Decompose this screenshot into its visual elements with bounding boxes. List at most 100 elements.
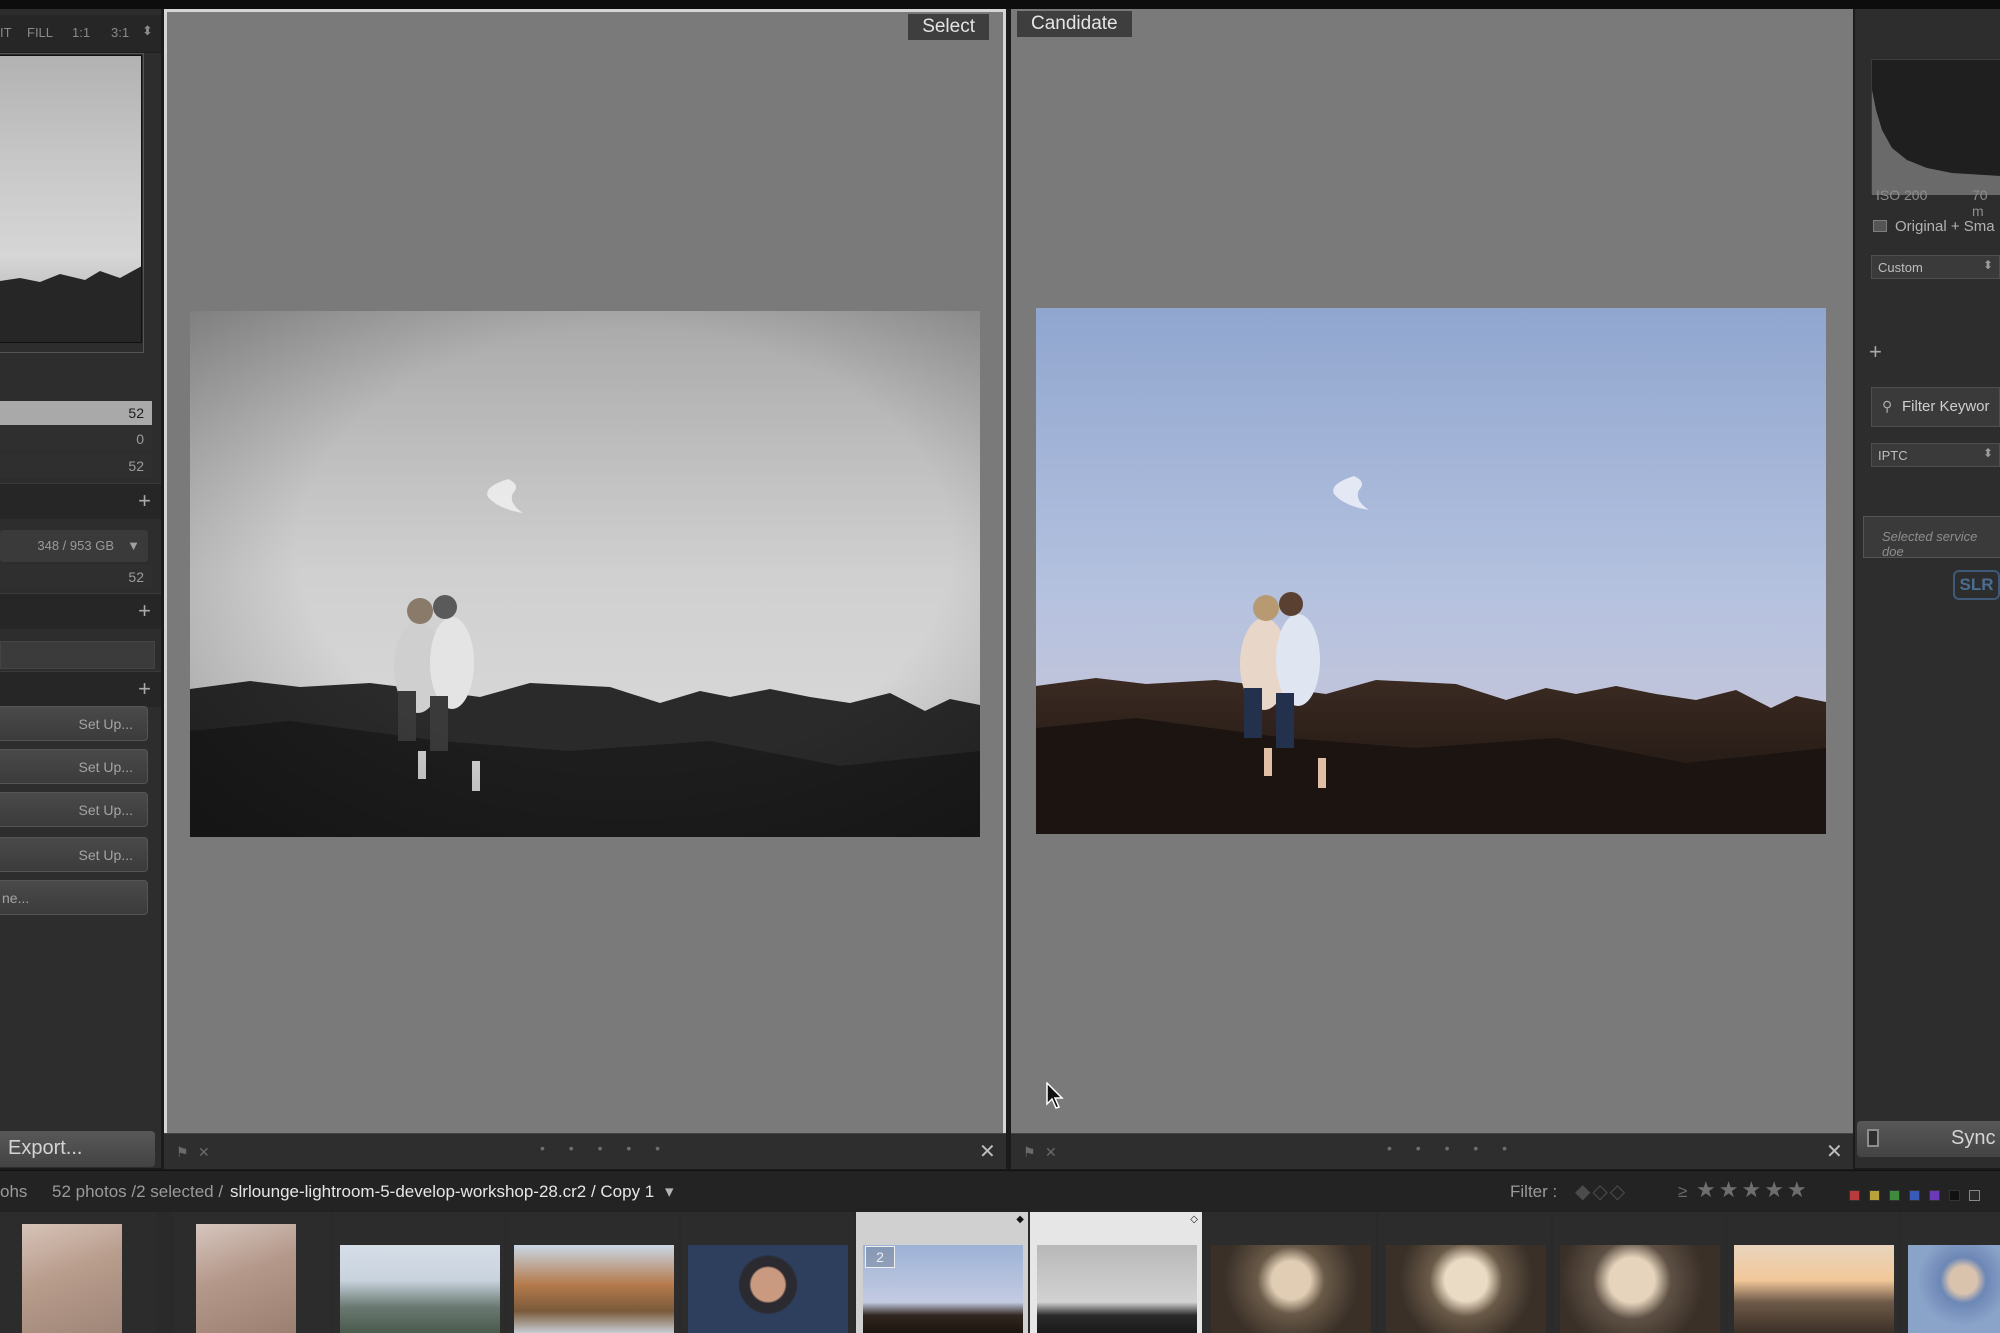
no-label-icon[interactable] <box>1949 1190 1960 1201</box>
filmstrip-thumb[interactable] <box>1908 1245 2000 1333</box>
navigator-preview[interactable] <box>0 55 142 343</box>
filmstrip-cell[interactable] <box>174 1212 330 1333</box>
collection-filter-input[interactable] <box>0 641 155 669</box>
folder-row[interactable]: 52 <box>0 565 152 589</box>
filmstrip-thumb[interactable] <box>340 1245 500 1333</box>
filmstrip-cell[interactable] <box>0 1212 156 1333</box>
select-photo[interactable] <box>190 311 980 837</box>
flag-filter-icons[interactable]: ◆◇◇ <box>1575 1179 1627 1204</box>
filmstrip-cell[interactable] <box>1553 1212 1725 1333</box>
flag-pick-icon[interactable]: ⚑ <box>176 1144 189 1161</box>
add-folder-icon[interactable]: + <box>138 488 151 514</box>
star-icon[interactable]: ★ <box>1741 1177 1761 1203</box>
filename-dropdown-icon[interactable]: ▾ <box>665 1182 674 1202</box>
filmstrip-thumb[interactable] <box>1037 1245 1197 1333</box>
zoom-3-1-button[interactable]: 3:1 <box>111 25 129 40</box>
add-publish-service-icon[interactable]: + <box>138 676 151 702</box>
filmstrip-cell-candidate[interactable]: ◇ <box>1030 1212 1202 1333</box>
publish-services-header[interactable]: + <box>0 671 161 707</box>
zoom-dropdown-icon[interactable]: ⬍ <box>142 23 153 39</box>
candidate-close-icon[interactable]: ✕ <box>1826 1139 1843 1164</box>
purple-label-icon[interactable] <box>1929 1190 1940 1201</box>
catalog-previous-import-row[interactable]: 52 <box>0 454 152 478</box>
collections-header[interactable]: + <box>0 593 161 629</box>
red-label-icon[interactable] <box>1849 1190 1860 1201</box>
filter-keywords-placeholder: Filter Keywor <box>1902 398 1990 415</box>
disk-collapse-icon[interactable]: ▼ <box>127 538 140 553</box>
disk-volume-row[interactable]: 348 / 953 GB ▼ <box>0 530 148 562</box>
metadata-preset-dropdown[interactable]: IPTC ⬍ <box>1871 443 2000 467</box>
filmstrip-cell[interactable] <box>333 1212 505 1333</box>
navigator-header: IT FILL 1:1 3:1 ⬍ <box>0 15 161 53</box>
filmstrip-cell[interactable] <box>1727 1212 1899 1333</box>
yellow-label-icon[interactable] <box>1869 1190 1880 1201</box>
zoom-fill-button[interactable]: FILL <box>27 25 53 40</box>
folders-header[interactable]: + <box>0 483 161 519</box>
color-label-filters[interactable] <box>1849 1186 1989 1206</box>
custom-label-icon[interactable] <box>1969 1190 1980 1201</box>
add-keyword-icon[interactable]: + <box>1869 339 1882 365</box>
select-rating-dots[interactable]: • • • • • <box>540 1140 670 1156</box>
original-checkbox[interactable] <box>1873 220 1887 232</box>
filmstrip-cell[interactable] <box>1901 1212 2000 1333</box>
service-message: Selected service doe <box>1882 529 1978 559</box>
setup-button-2[interactable]: Set Up... <box>0 749 148 784</box>
setup-button-3[interactable]: Set Up... <box>0 792 148 827</box>
filmstrip-cell[interactable] <box>681 1212 853 1333</box>
candidate-pane[interactable]: Candidate <box>1011 9 1853 1133</box>
left-panel: IT FILL 1:1 3:1 ⬍ 52 0 52 + 348 / 953 GB… <box>0 9 161 1168</box>
find-more-label: ne... <box>2 890 30 906</box>
flag-reject-icon[interactable]: ✕ <box>1045 1144 1057 1161</box>
star-icon[interactable]: ★ <box>1764 1177 1784 1203</box>
select-close-icon[interactable]: ✕ <box>979 1139 996 1164</box>
preset-dropdown[interactable]: Custom ⬍ <box>1871 255 2000 279</box>
filmstrip-thumb[interactable] <box>1386 1245 1546 1333</box>
flag-reject-icon[interactable]: ✕ <box>198 1144 210 1161</box>
filmstrip-thumb[interactable] <box>22 1224 122 1333</box>
flag-pick-icon[interactable]: ⚑ <box>1023 1144 1036 1161</box>
export-button[interactable]: Export... <box>0 1131 155 1167</box>
histogram-graph <box>1872 90 2000 195</box>
add-collection-icon[interactable]: + <box>138 598 151 624</box>
rating-operator[interactable]: ≥ <box>1678 1182 1687 1202</box>
find-more-services-button[interactable]: ne... <box>0 880 148 915</box>
green-label-icon[interactable] <box>1889 1190 1900 1201</box>
setup-label: Set Up... <box>78 759 133 775</box>
zoom-1-1-button[interactable]: 1:1 <box>72 25 90 40</box>
filmstrip-cell[interactable] <box>1379 1212 1551 1333</box>
filmstrip-thumb[interactable] <box>514 1245 674 1333</box>
catalog-quick-collection-row[interactable]: 0 <box>0 427 152 451</box>
star-icon[interactable]: ★ <box>1719 1177 1739 1203</box>
star-icon[interactable]: ★ <box>1787 1177 1807 1203</box>
filmstrip-thumb[interactable] <box>196 1224 296 1333</box>
setup-button-1[interactable]: Set Up... <box>0 706 148 741</box>
sync-toggle-icon[interactable] <box>1867 1129 1879 1147</box>
candidate-photo[interactable] <box>1036 308 1826 834</box>
zoom-fit-button[interactable]: IT <box>0 25 12 40</box>
select-pane[interactable]: Select <box>164 9 1006 1133</box>
star-icon[interactable]: ★ <box>1696 1177 1716 1203</box>
histogram[interactable] <box>1871 59 2000 195</box>
filmstrip-thumb[interactable] <box>1211 1245 1371 1333</box>
current-filename[interactable]: slrlounge-lightroom-5-develop-workshop-2… <box>230 1182 654 1202</box>
blue-label-icon[interactable] <box>1909 1190 1920 1201</box>
filmstrip-thumb[interactable] <box>1734 1245 1894 1333</box>
sync-label: Sync <box>1951 1127 1996 1149</box>
original-smart-preview-row[interactable]: Original + Sma <box>1873 218 1995 235</box>
filmstrip-thumb[interactable] <box>1560 1245 1720 1333</box>
filmstrip-cell[interactable] <box>1204 1212 1376 1333</box>
export-label: Export... <box>8 1137 83 1159</box>
candidate-rating-dots[interactable]: • • • • • <box>1387 1140 1517 1156</box>
star-rating-filter[interactable]: ★ ★ ★ ★ ★ <box>1696 1177 1810 1203</box>
dropdown-arrows-icon: ⬍ <box>1982 258 1993 272</box>
sync-button[interactable]: Sync <box>1857 1121 2000 1157</box>
setup-button-4[interactable]: Set Up... <box>0 837 148 872</box>
filmstrip-cell[interactable] <box>507 1212 679 1333</box>
filmstrip-thumb[interactable] <box>688 1245 848 1333</box>
filter-keywords-input[interactable]: ⚲ Filter Keywor <box>1871 387 2000 427</box>
preset-value: Custom <box>1878 260 1923 275</box>
source-label[interactable]: ohs <box>0 1182 27 1202</box>
catalog-all-photos-row[interactable]: 52 <box>0 401 152 425</box>
filmstrip-cell-selected[interactable]: ◆ 2 <box>856 1212 1028 1333</box>
metadata-preset-value: IPTC <box>1878 448 1908 463</box>
